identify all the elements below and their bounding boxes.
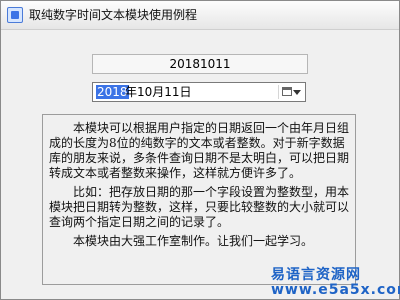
description-paragraph-1: 本模块可以根据用户指定的日期返回一个由年月日组成的长度为8位的纯数字的文本或者整… <box>49 121 350 180</box>
calendar-icon <box>282 87 292 96</box>
date-picker[interactable]: 2018 年10月11日 <box>92 82 306 102</box>
watermark-url: www.e5a5x.com <box>271 282 400 298</box>
client-area: 20181011 2018 年10月11日 本模块可以根据用户指定的日期返回一个… <box>1 30 399 299</box>
description-paragraph-3: 本模块由大强工作室制作。让我们一起学习。 <box>73 234 314 248</box>
description-text: 本模块可以根据用户指定的日期返回一个由年月日组成的长度为8位的纯数字的文本或者整… <box>49 121 349 253</box>
description-paragraph-2: 比如：把存放日期的那一个字段设置为整数型，用本模块把日期转为整数，这样，只要比较… <box>49 185 350 229</box>
window-title: 取纯数字时间文本模块使用例程 <box>29 8 198 22</box>
chevron-down-icon <box>293 90 301 95</box>
watermark-brand: 易语言资源网 <box>271 267 361 283</box>
numeric-date-field: 20181011 <box>92 54 308 74</box>
date-picker-year-selected[interactable]: 2018 <box>96 85 129 99</box>
description-textbox[interactable]: 本模块可以根据用户指定的日期返回一个由年月日组成的长度为8位的纯数字的文本或者整… <box>42 114 356 285</box>
title-bar[interactable]: 取纯数字时间文本模块使用例程 <box>1 1 399 30</box>
date-picker-dropdown-button[interactable] <box>278 85 303 99</box>
app-window: 取纯数字时间文本模块使用例程 20181011 2018 年10月11日 本模块… <box>0 0 400 300</box>
app-icon <box>7 7 23 23</box>
date-picker-date-text[interactable]: 年10月11日 <box>125 85 192 99</box>
